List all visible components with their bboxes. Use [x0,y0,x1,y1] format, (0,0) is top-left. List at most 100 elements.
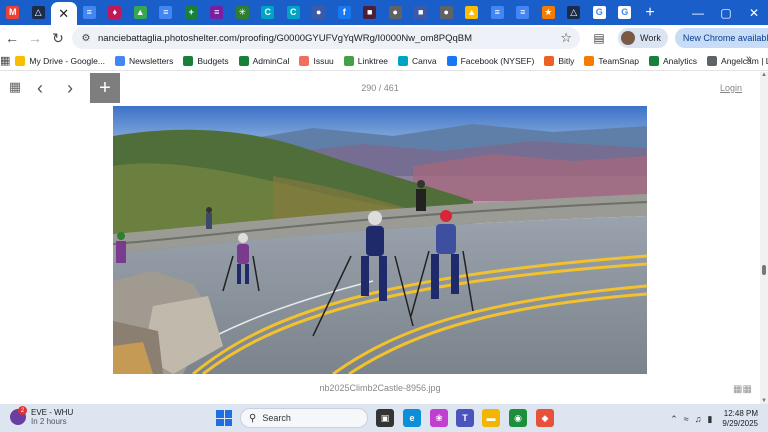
url-text[interactable]: nanciebattaglia.photoshelter.com/proofin… [98,33,472,44]
drive-icon [15,55,26,66]
tab[interactable]: ■ [357,0,383,25]
tab[interactable]: ▲ [459,0,485,25]
forward-button[interactable]: → [24,27,46,49]
edge-icon[interactable]: e [403,409,421,427]
bookmark-label: Issuu [313,55,334,66]
app-icon[interactable]: ◆ [536,409,554,427]
tab[interactable]: f [332,0,358,25]
bookmark-item[interactable]: Linktree [339,52,393,70]
tab[interactable]: C [281,0,307,25]
bookmark-item[interactable]: TeamSnap [579,52,644,70]
bookmark-item[interactable]: Issuu [294,52,338,70]
gmail-icon: M [6,6,20,19]
tab[interactable]: ● [306,0,332,25]
bookmark-item[interactable]: Facebook (NYSEF) [442,52,540,70]
issuu-icon [299,55,310,66]
volume-icon[interactable]: ♫ [695,414,702,424]
tab[interactable]: G [587,0,613,25]
bookmark-item[interactable]: AdminCal [234,52,295,70]
canva-icon [398,55,409,66]
chrome-icon[interactable]: ◉ [509,409,527,427]
docs-icon [114,55,125,66]
apps-grid-icon[interactable]: ▦ [0,54,10,67]
bitly-icon [544,55,555,66]
scrollbar-thumb[interactable] [762,265,766,275]
avatar [621,31,635,45]
tab[interactable]: ★ [536,0,562,25]
previous-photo-button[interactable]: ‹ [37,78,43,99]
bookmark-label: My Drive - Google... [29,55,105,66]
globe-icon [707,55,718,66]
photoshelter-icon: △ [31,6,45,19]
weather-icon: 2 [10,406,27,425]
teams-icon[interactable]: T [456,409,474,427]
tab[interactable]: ≡ [77,0,103,25]
bookmark-item[interactable]: Angelcam | Live vid... [702,52,768,70]
more-bookmarks-icon[interactable]: » [746,53,752,65]
weather-widget[interactable]: 2 EVE - WHU In 2 hours [10,406,73,426]
bookmark-item[interactable]: Bitly [539,52,579,70]
clock-date: 9/29/2025 [722,419,758,428]
wifi-icon[interactable]: ≈ [684,414,689,424]
tab[interactable]: ≡ [485,0,511,25]
update-chrome-button[interactable]: New Chrome available [674,28,768,48]
tab[interactable]: ● [383,0,409,25]
clock[interactable]: 12:48 PM 9/29/2025 [722,409,758,429]
tab[interactable]: ✳ [230,0,256,25]
close-window-button[interactable]: ✕ [740,0,768,25]
start-button[interactable] [216,410,232,426]
tab[interactable]: ■ [408,0,434,25]
drive-icon: ▲ [465,6,479,19]
bookmark-star-icon[interactable]: ☆ [560,30,572,46]
bookmark-item[interactable]: Newsletters [110,52,178,70]
address-bar[interactable]: ⚙ nanciebattaglia.photoshelter.com/proof… [72,27,580,49]
tab[interactable]: C [255,0,281,25]
taskbar-search[interactable]: ⚲ Search [240,408,368,428]
linktree-icon: ✳ [235,6,249,19]
main-photo[interactable] [113,106,647,374]
profile-chip[interactable]: Work [618,28,668,48]
profile-label: Work [640,33,661,43]
scroll-up-icon[interactable]: ▲ [761,72,767,78]
google-icon: G [592,6,606,19]
battery-icon[interactable]: ▮ [707,414,712,425]
maximize-button[interactable]: ▢ [712,0,740,25]
bookmark-item[interactable]: Budgets [178,52,233,70]
tab[interactable]: ≡ [510,0,536,25]
tab[interactable]: ♦ [102,0,128,25]
weather-subtitle: In 2 hours [31,417,67,426]
new-tab-button[interactable]: + [638,0,663,25]
page-scrollbar[interactable]: ▲ ▼ [760,72,768,404]
grid-view-icon[interactable]: ▦ [8,79,22,94]
tab-active[interactable]: ✕ [51,2,77,25]
tab[interactable]: ● [434,0,460,25]
add-to-cart-button[interactable]: + [90,73,120,103]
bookmark-item[interactable]: Canva [393,52,442,70]
tab[interactable]: G [612,0,638,25]
next-photo-button[interactable]: › [67,78,73,99]
tab[interactable]: + [179,0,205,25]
reload-button[interactable]: ↻ [47,27,69,49]
bookmark-label: Bitly [558,55,575,66]
thumbnails-icon[interactable]: ▦▦ [733,384,752,396]
task-view-icon[interactable]: ▣ [376,409,394,427]
bookmark-item[interactable]: Analytics [644,52,702,70]
tab[interactable]: ▲ [128,0,154,25]
tab[interactable]: M [0,0,26,25]
back-button[interactable]: ← [1,27,23,49]
chevron-up-icon[interactable]: ⌃ [670,414,678,425]
close-tab-icon[interactable]: ✕ [57,7,70,20]
minimize-button[interactable]: — [684,0,712,25]
bookmark-label: Canva [412,55,437,66]
tab[interactable]: ≡ [204,0,230,25]
photoshelter-icon: △ [567,6,581,19]
site-info-icon[interactable]: ⚙ [76,33,96,44]
cast-icon[interactable]: ▤ [588,27,610,49]
copilot-icon[interactable]: ❀ [430,409,448,427]
tab[interactable]: △ [26,0,52,25]
bookmark-item[interactable]: My Drive - Google... [10,52,110,70]
tab[interactable]: ≡ [153,0,179,25]
login-link[interactable]: Login [720,83,742,93]
tab[interactable]: △ [561,0,587,25]
file-explorer-icon[interactable]: ▬ [482,409,500,427]
